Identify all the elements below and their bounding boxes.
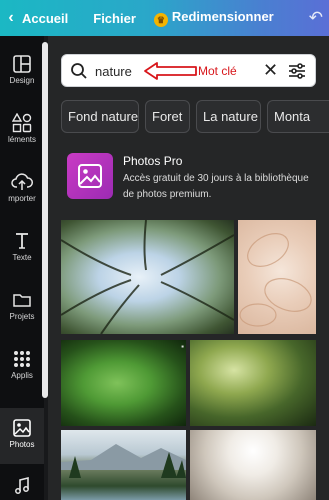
photo-thumbnail-dandelion[interactable] bbox=[190, 430, 316, 500]
sidebar-item-text[interactable]: Texte bbox=[0, 221, 44, 277]
photo-thumbnail-green-leaves[interactable]: ▪ bbox=[61, 340, 186, 426]
upload-cloud-icon bbox=[0, 172, 44, 194]
resize-label: Redimensionner bbox=[171, 9, 274, 24]
music-note-icon bbox=[0, 476, 44, 498]
sidebar-item-design[interactable]: Design bbox=[0, 44, 44, 100]
search-box[interactable]: nature Mot clé ✕ bbox=[61, 54, 316, 87]
sidebar-item-photos[interactable]: Photos bbox=[0, 408, 44, 464]
crown-icon: ♛ bbox=[153, 13, 168, 27]
photos-panel: nature Mot clé ✕ Fond nature Foret La na… bbox=[48, 36, 329, 500]
text-icon bbox=[0, 231, 44, 253]
sidebar-item-label: léments bbox=[7, 135, 36, 144]
resize-button[interactable]: ♛ Redimensionner bbox=[153, 9, 274, 27]
close-icon[interactable]: ✕ bbox=[263, 60, 278, 81]
photo-thumbnail-leaves[interactable] bbox=[238, 220, 316, 334]
filter-icon[interactable] bbox=[288, 62, 306, 85]
annotation-label: Mot clé bbox=[198, 64, 237, 78]
sidebar-item-label: mporter bbox=[8, 194, 36, 203]
folder-icon bbox=[0, 290, 44, 312]
sidebar-item-label: Photos bbox=[9, 440, 35, 449]
photo-thumbnail-tree-canopy[interactable] bbox=[61, 220, 234, 334]
sidebar-item-import[interactable]: mporter bbox=[0, 162, 44, 218]
sidebar: Design léments mporter Texte Projets App… bbox=[0, 36, 44, 500]
chip-montagne[interactable]: Monta bbox=[267, 100, 329, 133]
annotation-arrow-icon bbox=[144, 62, 197, 80]
search-input[interactable]: nature bbox=[95, 64, 132, 79]
photo-thumbnail-forest-path[interactable] bbox=[190, 340, 316, 426]
image-icon bbox=[0, 418, 44, 440]
undo-icon[interactable]: ↶ bbox=[309, 8, 323, 28]
photo-thumbnail-mountain-lake[interactable] bbox=[61, 430, 186, 500]
shapes-icon bbox=[0, 112, 44, 135]
sidebar-item-label: Texte bbox=[12, 253, 32, 262]
layout-icon bbox=[0, 54, 44, 76]
sidebar-item-label: Design bbox=[9, 76, 35, 85]
chevron-left-icon[interactable]: ‹ bbox=[2, 9, 20, 27]
sidebar-item-label: Applis bbox=[11, 371, 33, 380]
grid-dots-icon bbox=[0, 349, 44, 371]
chip-fond-nature[interactable]: Fond nature bbox=[61, 100, 139, 133]
promo-title[interactable]: Photos Pro bbox=[123, 154, 182, 168]
sidebar-item-label: Projets bbox=[9, 312, 35, 321]
chip-la-nature[interactable]: La nature bbox=[196, 100, 261, 133]
photos-pro-icon[interactable] bbox=[67, 153, 113, 199]
home-button[interactable]: Accueil bbox=[22, 11, 68, 26]
more-options-icon[interactable]: ▪ bbox=[181, 342, 184, 351]
top-toolbar: ‹ Accueil Fichier ♛ Redimensionner ↶ bbox=[0, 0, 329, 36]
promo-description: Accès gratuit de 30 jours à la bibliothè… bbox=[123, 173, 309, 200]
chip-foret[interactable]: Foret bbox=[145, 100, 190, 133]
search-icon bbox=[70, 62, 88, 85]
file-menu-button[interactable]: Fichier bbox=[93, 11, 136, 26]
sidebar-item-projects[interactable]: Projets bbox=[0, 280, 44, 336]
sidebar-item-elements[interactable]: léments bbox=[0, 103, 44, 159]
sidebar-item-music[interactable] bbox=[0, 468, 44, 500]
sidebar-item-apps[interactable]: Applis bbox=[0, 339, 44, 395]
